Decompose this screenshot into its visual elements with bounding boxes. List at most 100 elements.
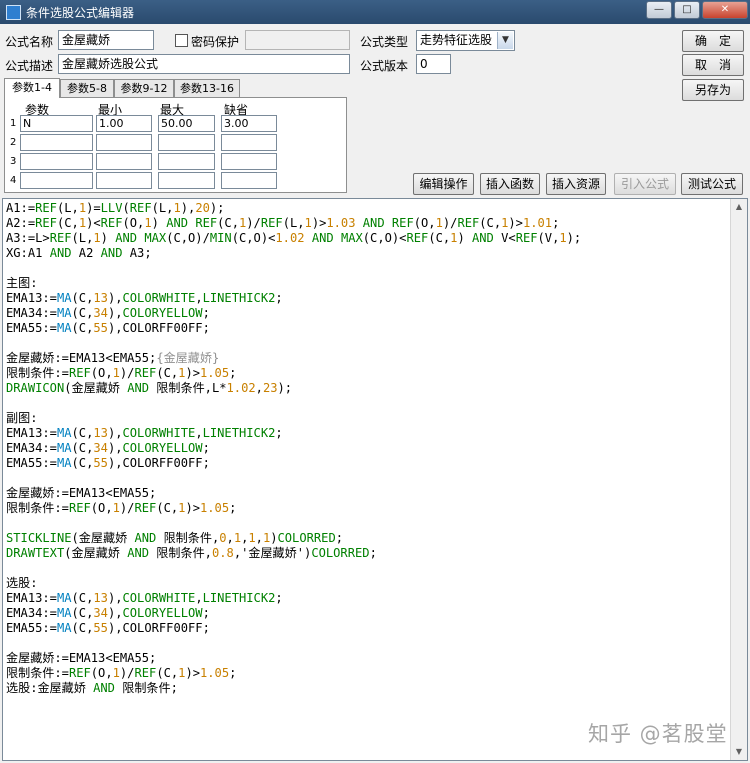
- code-token: )/: [442, 216, 458, 230]
- insert-resource-button[interactable]: 插入资源: [546, 173, 606, 195]
- param-default-cell[interactable]: [221, 172, 277, 189]
- code-token: 副图:: [6, 411, 38, 425]
- formula-name-input[interactable]: 金屋藏娇: [58, 30, 154, 50]
- import-formula-button[interactable]: 引入公式: [614, 173, 676, 195]
- chevron-down-icon[interactable]: ▼: [497, 32, 513, 49]
- vertical-scrollbar[interactable]: ▲ ▼: [730, 199, 747, 760]
- code-token: REF: [406, 231, 429, 245]
- scroll-down-icon[interactable]: ▼: [731, 744, 747, 760]
- code-token: ),: [107, 441, 123, 455]
- code-token: 金屋藏娇:=EMA13<EMA55;: [6, 351, 157, 365]
- code-token: REF: [68, 501, 91, 515]
- param-max-cell[interactable]: [158, 153, 215, 170]
- code-token: V<: [493, 231, 516, 245]
- param-name-cell[interactable]: N: [20, 115, 93, 132]
- param-min-cell[interactable]: [96, 153, 152, 170]
- formula-type-value: 走势特征选股: [420, 33, 493, 47]
- code-token: )>: [185, 366, 200, 380]
- formula-desc-input[interactable]: 金屋藏娇选股公式: [58, 54, 350, 74]
- code-token: 34: [93, 606, 108, 620]
- code-token: 1: [144, 216, 152, 230]
- watermark: 知乎 @茗股堂: [588, 722, 728, 746]
- param-min-cell[interactable]: [96, 134, 152, 151]
- code-token: AND: [362, 216, 385, 230]
- window-title: 条件选股公式编辑器: [26, 6, 135, 20]
- code-line: STICKLINE(金屋藏娇 AND 限制条件,0,1,1,1)COLORRED…: [6, 531, 744, 546]
- code-token: A3:=L>: [6, 231, 50, 245]
- minimize-button[interactable]: —: [646, 1, 672, 19]
- formula-version-input[interactable]: 0: [416, 54, 451, 74]
- password-input[interactable]: [245, 30, 350, 50]
- param-max-cell[interactable]: 50.00: [158, 115, 215, 132]
- formula-type-select[interactable]: 走势特征选股 ▼: [416, 30, 515, 51]
- code-token: STICKLINE: [6, 531, 72, 545]
- code-line: EMA34:=MA(C,34),COLORYELLOW;: [6, 306, 744, 321]
- param-max-cell[interactable]: [158, 134, 215, 151]
- code-token: (C,: [71, 606, 94, 620]
- code-token: 金屋藏娇:=EMA13<EMA55;: [6, 486, 157, 500]
- code-token: LLV: [100, 201, 123, 215]
- param-name-cell[interactable]: [20, 172, 93, 189]
- code-token: )>: [508, 216, 523, 230]
- code-token: ;: [229, 666, 237, 680]
- param-name-cell[interactable]: [20, 134, 93, 151]
- code-token: 23: [262, 381, 278, 395]
- param-min-cell[interactable]: [96, 172, 152, 189]
- code-token: (C,O)<: [231, 231, 276, 245]
- code-token: ;: [335, 531, 344, 545]
- param-default-cell[interactable]: [221, 134, 277, 151]
- cancel-button[interactable]: 取 消: [682, 54, 744, 76]
- code-token: MA: [56, 621, 72, 635]
- code-token: (C,: [56, 216, 79, 230]
- save-as-button[interactable]: 另存为: [682, 79, 744, 101]
- ok-button[interactable]: 确 定: [682, 30, 744, 52]
- code-token: AND: [166, 216, 189, 230]
- code-token: AND: [127, 546, 150, 560]
- code-editor[interactable]: A1:=REF(L,1)=LLV(REF(L,1),20); A2:=REF(C,…: [2, 198, 748, 761]
- code-token: REF: [134, 666, 157, 680]
- param-max-cell[interactable]: [158, 172, 215, 189]
- code-token: 1.03: [326, 216, 356, 230]
- param-min-cell[interactable]: 1.00: [96, 115, 152, 132]
- code-token: COLORWHITE: [122, 426, 196, 440]
- maximize-button[interactable]: □: [674, 1, 700, 19]
- code-token: ),: [107, 606, 123, 620]
- param-default-cell[interactable]: 3.00: [221, 115, 277, 132]
- code-token: ),COLORFF00FF;: [107, 321, 210, 335]
- code-token: 限制条件:=: [6, 501, 69, 515]
- param-default-cell[interactable]: [221, 153, 277, 170]
- code-token: 34: [93, 441, 108, 455]
- code-token: 1: [78, 201, 87, 215]
- tab-params-1-4[interactable]: 参数1-4: [4, 78, 60, 98]
- code-token: (C,: [71, 456, 94, 470]
- tab-params-13-16[interactable]: 参数13-16: [174, 79, 240, 97]
- code-token: (O,: [122, 216, 145, 230]
- code-token: 1.02: [226, 381, 256, 395]
- close-button[interactable]: ✕: [702, 1, 748, 19]
- code-token: )>: [185, 501, 200, 515]
- insert-function-button[interactable]: 插入函数: [480, 173, 540, 195]
- password-checkbox[interactable]: [175, 34, 188, 47]
- code-token: ),: [180, 201, 196, 215]
- code-token: ;: [229, 501, 237, 515]
- code-token: MAX: [144, 231, 167, 245]
- edit-operations-button[interactable]: 编辑操作: [413, 173, 474, 195]
- scroll-up-icon[interactable]: ▲: [731, 199, 747, 215]
- code-line: EMA55:=MA(C,55),COLORFF00FF;: [6, 321, 744, 336]
- code-token: REF: [515, 231, 538, 245]
- code-line: 金屋藏娇:=EMA13<EMA55;: [6, 651, 744, 666]
- code-token: COLORYELLOW: [122, 306, 203, 320]
- test-formula-button[interactable]: 测试公式: [681, 173, 743, 195]
- code-token: ),: [107, 591, 123, 605]
- code-token: ): [151, 216, 167, 230]
- param-name-cell[interactable]: [20, 153, 93, 170]
- tab-params-5-8[interactable]: 参数5-8: [60, 79, 114, 97]
- code-token: REF: [35, 201, 57, 215]
- code-token: (C,O)/: [166, 231, 210, 245]
- tab-params-9-12[interactable]: 参数9-12: [114, 79, 174, 97]
- code-line: A2:=REF(C,1)<REF(O,1) AND REF(C,1)/REF(L…: [6, 216, 744, 231]
- code-token: ),: [107, 306, 123, 320]
- code-token: ),: [107, 291, 123, 305]
